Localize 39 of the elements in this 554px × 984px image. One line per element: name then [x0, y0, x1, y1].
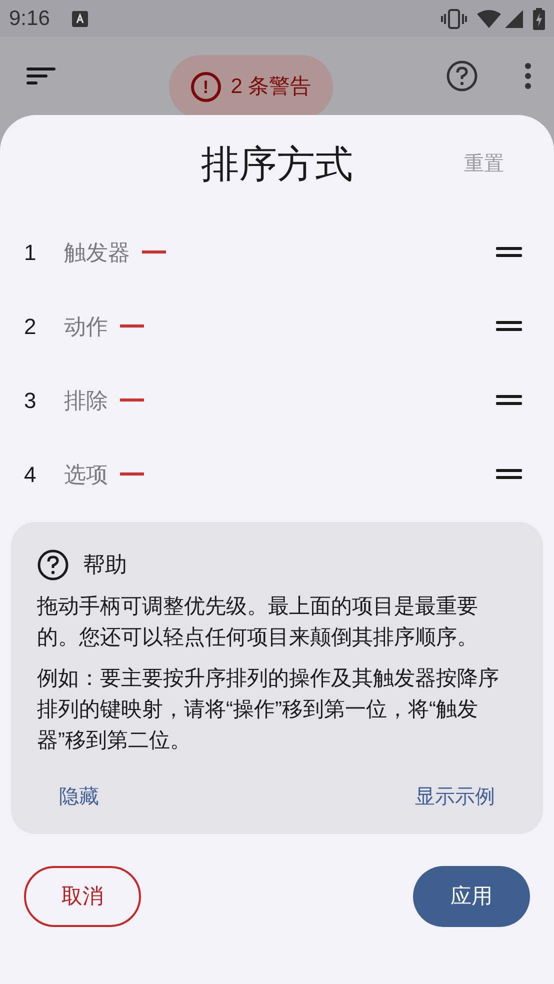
apply-button[interactable]: 应用 [413, 866, 530, 927]
help-title: 帮助 [83, 551, 127, 579]
wifi-icon [477, 10, 501, 28]
item-number: 3 [24, 386, 38, 414]
help-paragraph: 例如：要主要按升序排列的操作及其触发器按降序排列的键映射，请将“操作”移到第一位，将“触发器”移到第二位。 [37, 666, 500, 754]
warning-icon: ! [190, 72, 221, 102]
more-icon[interactable] [524, 62, 532, 90]
signal-icon [505, 10, 523, 28]
sort-item[interactable]: 2 动作 [0, 289, 554, 363]
item-number: 2 [24, 312, 38, 340]
item-number: 4 [24, 460, 38, 488]
sort-item[interactable]: 1 触发器 [0, 215, 554, 289]
hide-button[interactable]: 隐藏 [59, 782, 99, 812]
minus-icon [120, 472, 144, 476]
item-label: 动作 [64, 312, 108, 340]
minus-icon [120, 324, 144, 328]
item-label: 触发器 [64, 238, 130, 266]
help-icon [37, 548, 69, 580]
show-example-button[interactable]: 显示示例 [415, 782, 495, 812]
drag-handle-icon[interactable] [496, 468, 522, 480]
drag-handle-icon[interactable] [496, 246, 522, 258]
sheet-title: 排序方式 [201, 142, 353, 188]
vibrate-icon [441, 8, 467, 28]
minus-icon [120, 398, 144, 402]
minus-icon [142, 250, 166, 254]
cancel-button[interactable]: 取消 [24, 866, 141, 927]
sort-icon[interactable] [26, 66, 56, 86]
keyboard-icon [72, 10, 88, 26]
battery-icon [533, 8, 545, 30]
help-paragraph: 拖动手柄可调整优先级。最上面的项目是最重要的。您还可以轻点任何项目来颠倒其排序顺序。 [37, 594, 479, 651]
item-number: 1 [24, 238, 38, 266]
drag-handle-icon[interactable] [496, 394, 522, 406]
sort-item[interactable]: 3 排除 [0, 363, 554, 437]
item-label: 选项 [64, 460, 108, 488]
status-time: 9:16 [9, 6, 50, 32]
help-icon[interactable] [446, 60, 478, 92]
sort-item[interactable]: 4 选项 [0, 437, 554, 511]
drag-handle-icon[interactable] [496, 320, 522, 332]
item-label: 排除 [64, 386, 108, 414]
